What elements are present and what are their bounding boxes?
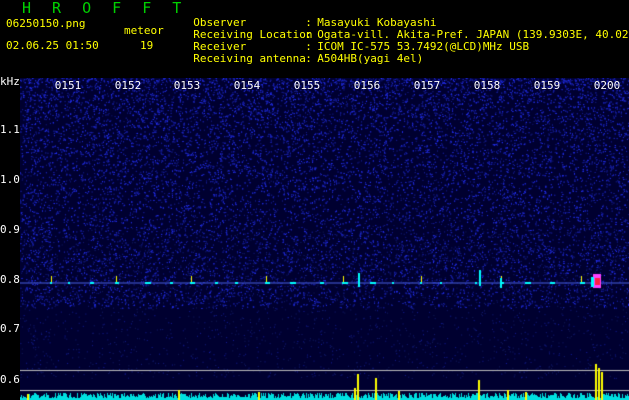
- meta-value: A504HB(yagi 4el): [317, 52, 424, 65]
- spectrogram-plot: [20, 78, 629, 400]
- file-name: 06250150.png: [6, 17, 86, 30]
- x-tick-label: 0156: [353, 79, 381, 92]
- x-tick-label: 0152: [114, 79, 142, 92]
- x-tick-label: 0154: [233, 79, 261, 92]
- meta-row-antenna: Receiving antenna: A504HB(yagi 4el): [180, 41, 423, 65]
- x-tick-label: 0157: [413, 79, 441, 92]
- y-tick-label: 0.6: [0, 373, 20, 386]
- observation-datetime: 02.06.25 01:50: [6, 39, 99, 52]
- x-tick-label: 0153: [173, 79, 201, 92]
- meta-label: Receiving antenna: [193, 52, 306, 65]
- x-tick-label: 0200: [593, 79, 621, 92]
- y-tick-label: 0.7: [0, 322, 20, 335]
- y-tick-label: 1.1: [0, 123, 20, 136]
- y-tick-label: 1.0: [0, 173, 20, 186]
- x-tick-label: 0155: [293, 79, 321, 92]
- meteor-count-value: 19: [140, 39, 154, 52]
- y-tick-label: 0.9: [0, 223, 20, 236]
- x-tick-label: 0158: [473, 79, 501, 92]
- y-tick-label: 0.8: [0, 273, 20, 286]
- meta-separator: :: [305, 52, 312, 65]
- x-tick-label: 0151: [54, 79, 82, 92]
- meteor-count-label: meteor: [124, 24, 164, 37]
- app-title: H R O F F T: [22, 0, 188, 17]
- x-tick-label: 0159: [533, 79, 561, 92]
- y-axis-unit: kHz: [0, 75, 20, 88]
